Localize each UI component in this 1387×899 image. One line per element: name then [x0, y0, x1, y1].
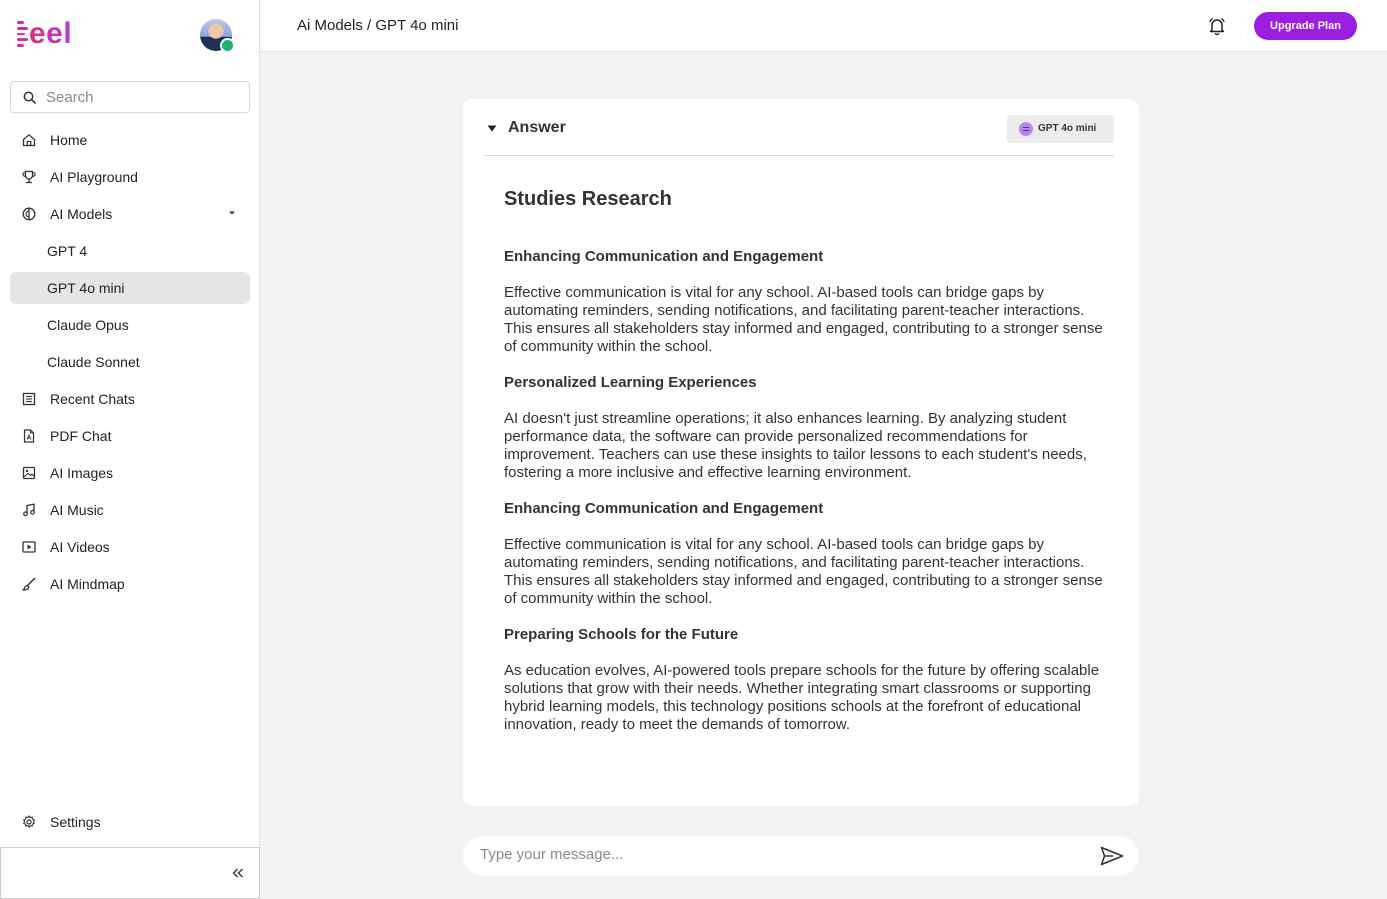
section-body: AI doesn't just streamline operations; i…: [504, 410, 1087, 481]
sidebar-item-label: Claude Opus: [47, 317, 129, 333]
sidebar-item-ai-music[interactable]: AI Music: [10, 494, 250, 526]
sidebar-item-ai-images[interactable]: AI Images: [10, 457, 250, 489]
sidebar-item-claude-opus[interactable]: Claude Opus: [10, 309, 250, 341]
breadcrumb: Ai Models / GPT 4o mini: [297, 17, 459, 34]
sidebar-item-ai-models[interactable]: AI Models: [10, 198, 250, 230]
sidebar-item-gpt-4o-mini[interactable]: GPT 4o mini: [10, 272, 250, 304]
section-body: Effective communication is vital for any…: [504, 536, 1103, 607]
logo[interactable]: eel: [17, 19, 72, 49]
logo-text: eel: [29, 17, 73, 50]
answer-label: Answer: [508, 119, 566, 136]
home-icon: [22, 133, 36, 147]
upgrade-plan-button[interactable]: Upgrade Plan: [1254, 12, 1357, 40]
sidebar-item-label: AI Playground: [50, 169, 138, 185]
list-icon: [22, 392, 36, 406]
sidebar-item-pdf-chat[interactable]: PDF Chat: [10, 420, 250, 452]
sidebar-item-label: Claude Sonnet: [47, 354, 140, 370]
sidebar-item-label: AI Videos: [50, 539, 110, 555]
collapse-triangle-icon[interactable]: [487, 125, 497, 132]
music-icon: [23, 503, 35, 517]
section-heading: Preparing Schools for the Future: [504, 626, 739, 643]
message-input[interactable]: [480, 846, 1070, 863]
section-heading: Personalized Learning Experiences: [504, 374, 757, 391]
answer-header[interactable]: Answer GPT 4o mini: [485, 99, 1114, 156]
logo-mark: [17, 21, 28, 47]
search-icon: [23, 91, 36, 104]
sidebar-item-label: Home: [50, 132, 88, 148]
section-heading: Enhancing Communication and Engagement: [504, 248, 824, 265]
sidebar-item-ai-mindmap[interactable]: AI Mindmap: [10, 568, 250, 600]
section-heading: Enhancing Communication and Engagement: [504, 500, 824, 517]
model-chip-label: GPT 4o mini: [1038, 123, 1097, 134]
image-icon: [22, 466, 36, 480]
send-icon[interactable]: [1100, 846, 1124, 866]
search-input[interactable]: [46, 88, 236, 106]
top-header: Ai Models / GPT 4o mini Upgrade Plan: [260, 0, 1387, 52]
model-chip[interactable]: GPT 4o mini: [1007, 115, 1114, 143]
models-icon: [22, 207, 36, 221]
sidebar-item-claude-sonnet[interactable]: Claude Sonnet: [10, 346, 250, 378]
search-box: [10, 81, 250, 113]
sidebar-item-label: AI Images: [50, 465, 114, 481]
answer-title: Studies Research: [504, 188, 672, 210]
avatar[interactable]: [200, 19, 235, 53]
sidebar-item-ai-videos[interactable]: AI Videos: [10, 531, 250, 563]
brush-icon: [22, 577, 36, 591]
answer-content: Studies Research Enhancing Communication…: [504, 186, 1104, 752]
sidebar-item-label: GPT 4o mini: [47, 280, 125, 296]
sidebar-item-gpt-4[interactable]: GPT 4: [10, 235, 250, 267]
sidebar: eel Home AI Playground AI Models GPT 4 G…: [0, 0, 260, 899]
sidebar-item-settings[interactable]: Settings: [10, 806, 250, 838]
message-composer: [463, 836, 1139, 876]
sidebar-item-label: AI Models: [50, 206, 113, 222]
pdf-icon: [23, 429, 35, 443]
sidebar-item-ai-playground[interactable]: AI Playground: [10, 161, 250, 193]
section-body: As education evolves, AI-powered tools p…: [504, 662, 1100, 733]
section-body: Effective communication is vital for any…: [504, 284, 1103, 355]
model-icon: [1019, 122, 1033, 136]
sidebar-item-label: AI Mindmap: [50, 576, 125, 592]
sidebar-collapse-bar: [0, 847, 260, 899]
bell-icon[interactable]: [1207, 16, 1227, 36]
sidebar-item-recent-chats[interactable]: Recent Chats: [10, 383, 250, 415]
sidebar-item-label: AI Music: [50, 502, 104, 518]
video-icon: [22, 541, 36, 553]
sidebar-item-label: Recent Chats: [50, 391, 135, 407]
gear-icon: [23, 815, 35, 828]
double-chevron-left-icon[interactable]: [232, 868, 244, 878]
caret-down-icon: [229, 211, 235, 215]
trophy-icon: [22, 170, 36, 184]
sidebar-item-label: PDF Chat: [50, 428, 112, 444]
answer-card: Answer GPT 4o mini Studies Research Enha…: [463, 99, 1139, 806]
sidebar-item-label: Settings: [50, 814, 101, 830]
sidebar-item-label: GPT 4: [47, 243, 88, 259]
sidebar-item-home[interactable]: Home: [10, 124, 250, 156]
